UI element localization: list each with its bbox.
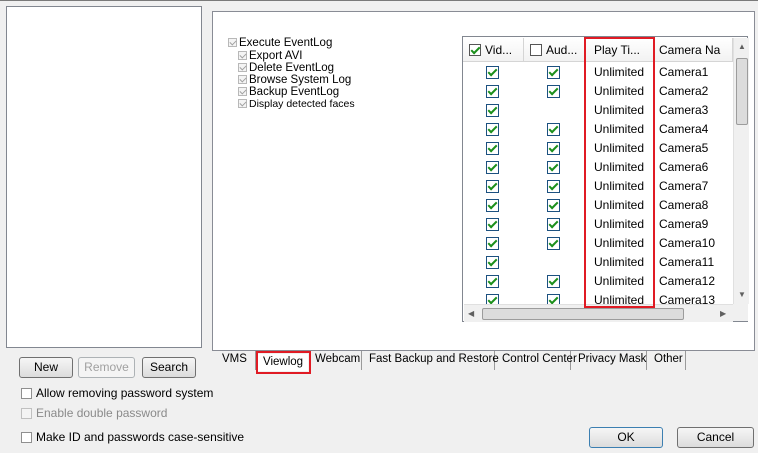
video-checkbox[interactable] xyxy=(486,237,499,250)
tab-control-center[interactable]: Control Center xyxy=(497,351,577,370)
audio-checkbox[interactable] xyxy=(547,237,560,250)
select-all-video-checkbox[interactable] xyxy=(469,43,481,56)
audio-checkbox[interactable] xyxy=(547,218,560,231)
permission-label: Execute EventLog xyxy=(239,37,333,49)
scrollbar-thumb[interactable] xyxy=(736,58,748,125)
audio-checkbox[interactable] xyxy=(547,142,560,155)
checkbox-icon xyxy=(238,51,247,60)
tab-fast-backup[interactable]: Fast Backup and Restore xyxy=(364,351,499,370)
checkbox-icon xyxy=(228,38,237,47)
enable-double-password-checkbox[interactable] xyxy=(21,408,32,419)
permission-execute-eventlog: Execute EventLog xyxy=(228,37,332,49)
audio-checkbox[interactable] xyxy=(547,85,560,98)
video-checkbox[interactable] xyxy=(486,104,499,117)
camera-name-cell: Camera3 xyxy=(659,103,709,117)
video-checkbox[interactable] xyxy=(486,180,499,193)
play-time-highlight xyxy=(584,37,655,308)
user-list[interactable] xyxy=(6,6,202,348)
audio-checkbox[interactable] xyxy=(547,256,560,269)
tab-vms[interactable]: VMS xyxy=(217,351,256,370)
viewlog-tab-highlight xyxy=(256,351,311,374)
camera-name-cell: Camera1 xyxy=(659,65,709,79)
scroll-right-arrow-icon[interactable]: ▶ xyxy=(720,309,726,319)
top-border xyxy=(0,0,758,1)
audio-checkbox[interactable] xyxy=(547,161,560,174)
scroll-left-arrow-icon[interactable]: ◀ xyxy=(468,309,474,319)
permission-label: Export AVI xyxy=(249,50,303,62)
vertical-scrollbar[interactable]: ▲ ▼ xyxy=(733,38,749,304)
audio-checkbox[interactable] xyxy=(547,180,560,193)
audio-checkbox[interactable] xyxy=(547,123,560,136)
scrollbar-corner xyxy=(733,304,748,321)
video-checkbox[interactable] xyxy=(486,66,499,79)
checkbox-icon xyxy=(238,99,247,108)
permission-delete-eventlog: Delete EventLog xyxy=(238,62,334,74)
permission-list: Execute EventLog Export AVI Delete Event… xyxy=(228,37,428,127)
tab-privacy-mask[interactable]: Privacy Mask xyxy=(573,351,647,370)
allow-removing-password-label: Allow removing password system xyxy=(36,386,214,400)
column-header-video[interactable]: Vid... xyxy=(463,38,524,62)
allow-removing-password-checkbox[interactable] xyxy=(21,388,32,399)
permission-label: Backup EventLog xyxy=(249,86,340,98)
permission-label: Browse System Log xyxy=(249,74,352,86)
video-checkbox[interactable] xyxy=(486,85,499,98)
permission-export-avi: Export AVI xyxy=(238,50,302,62)
ok-button[interactable]: OK xyxy=(589,427,663,448)
audio-checkbox[interactable] xyxy=(547,66,560,79)
camera-name-cell: Camera10 xyxy=(659,236,716,250)
permission-backup-eventlog: Backup EventLog xyxy=(238,86,339,98)
search-button[interactable]: Search xyxy=(142,357,196,378)
permission-display-detected-faces: Display detected faces xyxy=(238,98,355,110)
audio-checkbox[interactable] xyxy=(547,199,560,212)
column-label: Vid... xyxy=(485,43,513,57)
camera-name-cell: Camera8 xyxy=(659,198,709,212)
video-checkbox[interactable] xyxy=(486,275,499,288)
video-checkbox[interactable] xyxy=(486,142,499,155)
column-label: Camera Na xyxy=(659,43,721,57)
camera-name-cell: Camera12 xyxy=(659,274,716,288)
camera-name-cell: Camera4 xyxy=(659,122,709,136)
camera-name-cell: Camera6 xyxy=(659,160,709,174)
video-checkbox[interactable] xyxy=(486,256,499,269)
cancel-button[interactable]: Cancel xyxy=(677,427,754,448)
permission-label: Delete EventLog xyxy=(249,62,335,74)
camera-name-cell: Camera13 xyxy=(659,293,716,304)
audio-checkbox[interactable] xyxy=(547,275,560,288)
checkbox-icon xyxy=(238,87,247,96)
column-label: Aud... xyxy=(546,43,578,57)
permission-browse-system-log: Browse System Log xyxy=(238,74,351,86)
tab-webcam[interactable]: Webcam xyxy=(310,351,362,370)
column-header-camera-name[interactable]: Camera Na xyxy=(654,38,733,62)
select-all-audio-checkbox[interactable] xyxy=(530,43,542,56)
scrollbar-thumb[interactable] xyxy=(482,308,684,320)
camera-name-cell: Camera11 xyxy=(659,255,715,269)
case-sensitive-label: Make ID and passwords case-sensitive xyxy=(36,430,245,444)
scroll-up-arrow-icon[interactable]: ▲ xyxy=(738,42,746,52)
permission-label: Display detected faces xyxy=(249,98,355,110)
camera-name-cell: Camera5 xyxy=(659,141,709,155)
camera-name-cell: Camera9 xyxy=(659,217,709,231)
checkbox-icon xyxy=(238,75,247,84)
video-checkbox[interactable] xyxy=(486,123,499,136)
video-checkbox[interactable] xyxy=(486,218,499,231)
checkbox-icon xyxy=(238,63,247,72)
camera-name-cell: Camera7 xyxy=(659,179,709,193)
video-checkbox[interactable] xyxy=(486,199,499,212)
tab-other[interactable]: Other xyxy=(649,351,686,370)
scroll-down-arrow-icon[interactable]: ▼ xyxy=(738,290,746,300)
enable-double-password-label: Enable double password xyxy=(36,406,168,420)
column-header-audio[interactable]: Aud... xyxy=(524,38,585,62)
new-button[interactable]: New xyxy=(19,357,73,378)
case-sensitive-checkbox[interactable] xyxy=(21,432,32,443)
camera-name-cell: Camera2 xyxy=(659,84,709,98)
video-checkbox[interactable] xyxy=(486,161,499,174)
remove-button[interactable]: Remove xyxy=(78,357,135,378)
audio-checkbox[interactable] xyxy=(547,294,560,304)
video-checkbox[interactable] xyxy=(486,294,499,304)
audio-checkbox[interactable] xyxy=(547,104,560,117)
